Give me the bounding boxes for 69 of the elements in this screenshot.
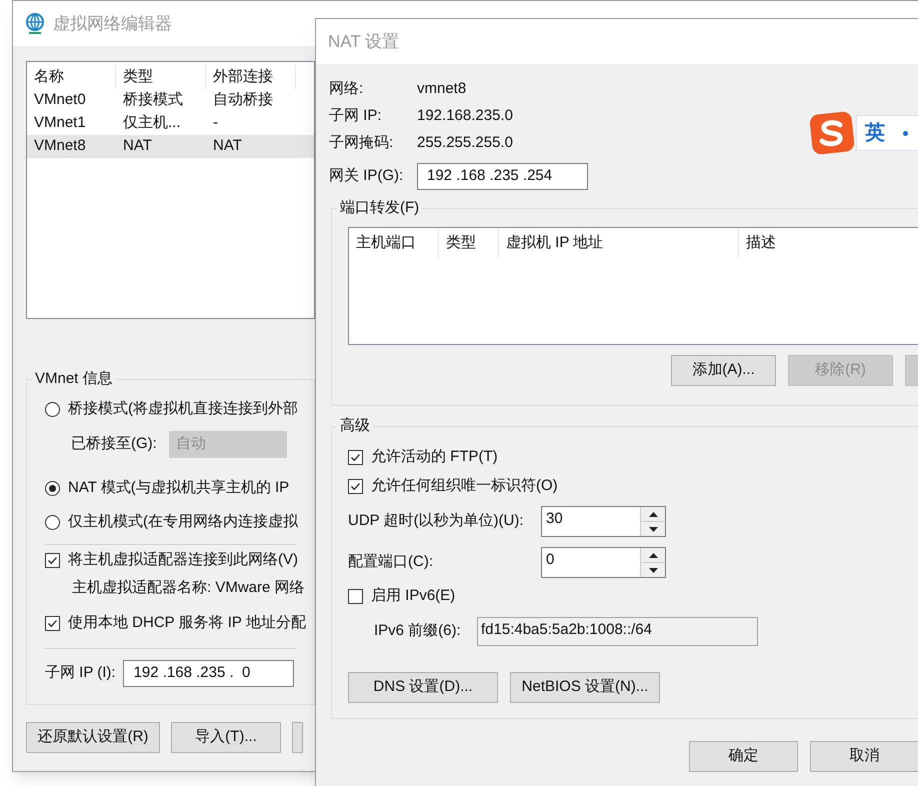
radio-label: 桥接模式(将虚拟机直接连接到外部: [68, 398, 298, 419]
column-header[interactable]: 名称: [27, 65, 116, 89]
ip-address-field[interactable]: 192 .168 .235 .254: [417, 163, 588, 190]
network-row[interactable]: VMnet1 仅主机... -: [27, 112, 314, 135]
check-icon: [47, 618, 58, 628]
config-port-spinbox[interactable]: 0: [541, 547, 666, 578]
info-label: 子网掩码:: [329, 133, 394, 154]
info-label: 网络:: [329, 79, 364, 100]
radio-label: NAT 模式(与虚拟机共享主机的 IP: [68, 478, 290, 498]
field-label: 配置端口(C):: [348, 552, 434, 572]
input-mode-label: 英: [865, 121, 885, 146]
column-header[interactable]: 类型: [439, 228, 499, 258]
info-value: vmnet8: [417, 79, 466, 100]
table-cell-text: VMnet1: [33, 113, 87, 134]
checkbox-label: 允许任何组织唯一标识符(O): [371, 476, 558, 496]
dialog-button[interactable]: DNS 设置(D)...: [348, 672, 498, 703]
window-title: 虚拟网络编辑器: [53, 12, 172, 35]
radio-button[interactable]: [45, 514, 60, 530]
globe-icon: [25, 12, 45, 34]
column-header[interactable]: 描述: [739, 228, 859, 258]
adapter-name-text: 主机虚拟适配器名称: VMware 网络: [72, 578, 305, 598]
ime-toolbar[interactable]: 英: [808, 110, 918, 156]
radio-button[interactable]: [45, 480, 60, 496]
field-label: 已桥接至(G):: [71, 434, 158, 454]
radio-button[interactable]: [45, 402, 60, 416]
dialog-button[interactable]: 导入(T)...: [171, 722, 281, 753]
table-cell-text: VMnet8: [33, 136, 87, 156]
column-header[interactable]: 类型: [116, 65, 206, 89]
dialog-button[interactable]: 确定: [689, 741, 798, 772]
checkbox[interactable]: [348, 588, 363, 604]
ip-address-field[interactable]: 192 .168 .235 . 0: [122, 660, 294, 686]
checkbox-label: 使用本地 DHCP 服务将 IP 地址分配: [68, 612, 306, 633]
field-label: IPv6 前缀(6):: [374, 621, 462, 642]
table-cell-text: VMnet0: [33, 90, 87, 110]
column-header[interactable]: 主机端口: [349, 228, 439, 258]
table-cell-text: -: [212, 113, 219, 134]
check-icon: [350, 480, 361, 492]
column-header[interactable]: 外部连接: [206, 65, 296, 89]
table-cell-text: NAT: [122, 136, 153, 156]
checkbox-label: 将主机虚拟适配器连接到此网络(V): [68, 550, 298, 570]
checkbox[interactable]: [348, 450, 363, 464]
network-row[interactable]: VMnet0 桥接模式 自动桥接: [27, 89, 314, 112]
table-cell-text: 桥接模式: [122, 90, 184, 110]
checkbox[interactable]: [45, 552, 60, 568]
radio-label: 仅主机模式(在专用网络内连接虚拟: [68, 512, 298, 532]
table-cell-text: 仅主机...: [122, 113, 182, 134]
field-label: 网关 IP(G):: [329, 166, 404, 186]
dialog-button[interactable]: 添加(A)...: [671, 355, 776, 386]
field-label: UDP 超时(以秒为单位)(U):: [348, 511, 525, 532]
table-cell-text: 自动桥接: [212, 90, 274, 110]
window-title: NAT 设置: [328, 30, 400, 53]
check-icon: [350, 452, 361, 462]
check-icon: [47, 554, 58, 566]
column-header[interactable]: 虚拟机 IP 地址: [499, 228, 739, 258]
info-label: 子网 IP:: [329, 106, 383, 126]
dialog-button[interactable]: 还原默认设置(R): [26, 722, 160, 753]
checkbox[interactable]: [348, 478, 363, 494]
field-label: 子网 IP (I):: [45, 662, 116, 683]
checkbox-label: 启用 IPv6(E): [371, 586, 456, 606]
dialog-button[interactable]: NetBIOS 设置(N)...: [510, 672, 660, 703]
network-row[interactable]: VMnet8 NAT NAT: [27, 135, 314, 158]
dialog-button[interactable]: 取消: [810, 741, 918, 772]
checkbox[interactable]: [45, 616, 60, 630]
table-cell-text: NAT: [212, 136, 243, 156]
group-title: 端口转发(F): [337, 198, 422, 218]
info-value: 255.255.255.0: [417, 133, 513, 154]
udp-timeout-spinbox[interactable]: 30: [541, 506, 666, 537]
info-value: 192.168.235.0: [417, 106, 513, 126]
checkbox-label: 允许活动的 FTP(T): [371, 446, 498, 467]
